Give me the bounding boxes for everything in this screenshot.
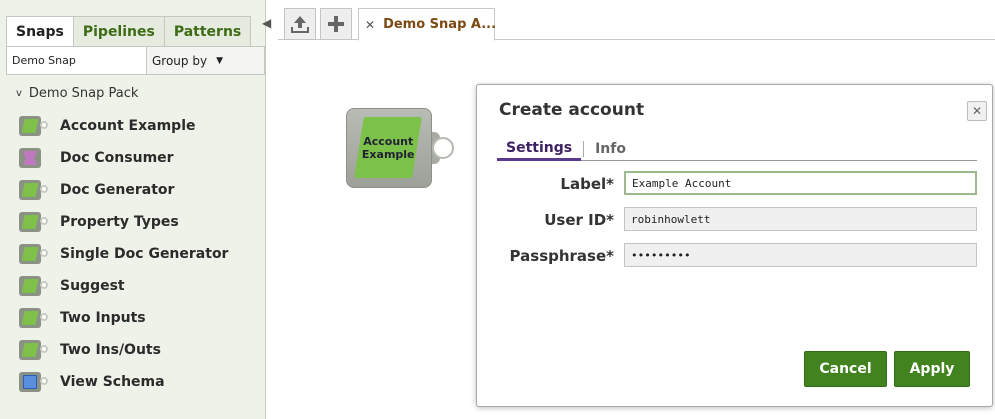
apply-button[interactable]: Apply [894, 351, 970, 387]
pipeline-tab[interactable]: ✕ Demo Snap A... [358, 8, 497, 41]
caret-down-icon: ▼ [216, 55, 223, 66]
snap-item-label: Doc Generator [60, 182, 175, 198]
green-parallelogram-icon [16, 306, 48, 330]
snap-item-label: View Schema [60, 374, 165, 390]
snap-item-account-example[interactable]: Account Example [16, 110, 228, 142]
snap-item-label: Doc Consumer [60, 150, 174, 166]
canvas-snap-label-line2: Example [361, 147, 415, 161]
snap-item-label: Suggest [60, 278, 125, 294]
snap-item-two-inputs[interactable]: Two Inputs [16, 302, 228, 334]
tab-snaps[interactable]: Snaps [6, 16, 74, 46]
groupby-dropdown[interactable]: Group by ▼ [147, 47, 264, 74]
passphrase-field[interactable] [624, 243, 977, 267]
passphrase-field-label: Passphrase* [509, 247, 614, 265]
tab-settings[interactable]: Settings [497, 137, 582, 161]
snap-item-label: Account Example [60, 118, 196, 134]
catalog-tabs: Snaps Pipelines Patterns [6, 16, 252, 46]
snap-catalog-panel: Snaps Pipelines Patterns Group by ▼ v De… [0, 0, 266, 419]
close-icon[interactable]: ✕ [967, 101, 987, 121]
canvas-snap-account-example[interactable]: Account Example [346, 108, 454, 190]
green-parallelogram-icon [16, 338, 48, 362]
green-parallelogram-icon [16, 242, 48, 266]
green-parallelogram-icon [16, 178, 48, 202]
snap-item-label: Two Ins/Outs [60, 342, 161, 358]
pink-consumer-icon [16, 146, 48, 170]
snap-pack-name: Demo Snap Pack [28, 86, 139, 101]
canvas-snap-label: Account Example [362, 135, 415, 161]
label-field-label: Label* [560, 175, 614, 193]
snap-list: Account Example Doc Consumer Doc Generat… [16, 110, 228, 398]
close-icon[interactable]: ✕ [365, 18, 375, 32]
groupby-label: Group by [152, 53, 208, 68]
snap-item-label: Property Types [60, 214, 179, 230]
snap-search-input[interactable] [7, 47, 147, 74]
snap-pack-header[interactable]: v Demo Snap Pack [16, 86, 138, 101]
snap-item-single-doc-generator[interactable]: Single Doc Generator [16, 238, 228, 270]
tab-pipelines[interactable]: Pipelines [72, 16, 165, 46]
collapse-panel-icon[interactable]: ◀ [262, 16, 271, 30]
snap-item-label: Two Inputs [60, 310, 146, 326]
snap-item-suggest[interactable]: Suggest [16, 270, 228, 302]
create-account-dialog: Create account ✕ Settings Info Label* Us… [476, 84, 993, 407]
search-row: Group by ▼ [6, 46, 265, 75]
passphrase-row: Passphrase* [477, 243, 994, 269]
snaplogic-designer: Snaps Pipelines Patterns Group by ▼ v De… [0, 0, 995, 419]
chevron-down-icon: v [16, 88, 22, 99]
green-parallelogram-icon [16, 210, 48, 234]
snap-item-label: Single Doc Generator [60, 246, 229, 262]
userid-field-label: User ID* [544, 211, 614, 229]
label-field[interactable] [624, 171, 977, 195]
userid-field[interactable] [624, 207, 977, 231]
cancel-button[interactable]: Cancel [804, 351, 887, 387]
output-port[interactable] [432, 137, 454, 159]
green-parallelogram-icon [16, 274, 48, 298]
canvas-snap-label-line1: Account [362, 134, 414, 148]
snap-item-view-schema[interactable]: View Schema [16, 366, 228, 398]
label-row: Label* [477, 171, 994, 197]
green-parallelogram-icon [16, 114, 48, 138]
plus-icon[interactable] [320, 8, 352, 40]
tab-patterns[interactable]: Patterns [163, 16, 252, 46]
dialog-title: Create account [499, 100, 645, 120]
snap-item-two-ins-outs[interactable]: Two Ins/Outs [16, 334, 228, 366]
blue-square-icon [16, 370, 48, 394]
upload-icon[interactable] [284, 8, 316, 40]
snap-item-property-types[interactable]: Property Types [16, 206, 228, 238]
snap-item-doc-generator[interactable]: Doc Generator [16, 174, 228, 206]
tab-divider [583, 141, 585, 157]
snap-face: Account Example [354, 117, 422, 178]
snap-item-doc-consumer[interactable]: Doc Consumer [16, 142, 228, 174]
pipeline-tab-label: Demo Snap A... [383, 17, 497, 32]
dialog-tabs: Settings Info [497, 137, 977, 161]
userid-row: User ID* [477, 207, 994, 233]
tab-info[interactable]: Info [586, 137, 635, 161]
